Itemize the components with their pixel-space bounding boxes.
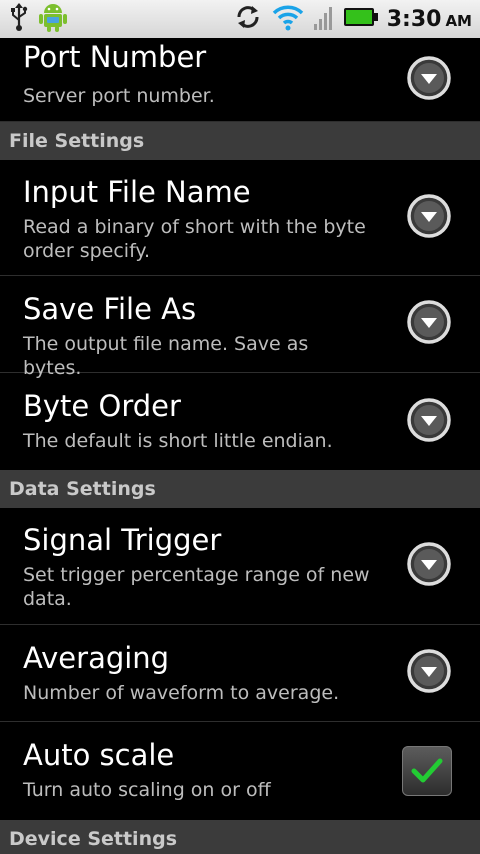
android-icon [36, 0, 70, 38]
pref-title: Auto scale [23, 738, 175, 772]
dropdown-arrow-icon[interactable] [406, 541, 452, 591]
dropdown-arrow-icon[interactable] [406, 397, 452, 447]
section-header-data-settings: Data Settings [0, 470, 480, 508]
pref-title: Input File Name [23, 175, 251, 209]
dropdown-arrow-icon[interactable] [406, 648, 452, 698]
clock-time: 3:30 [386, 6, 442, 32]
checkmark-icon [411, 758, 443, 783]
pref-summary: The default is short little endian. [23, 430, 333, 452]
pref-summary: Server port number. [23, 85, 215, 107]
clock: 3:30 AM [387, 7, 472, 32]
preferences-list[interactable]: Port Number Server port number. File Set… [0, 38, 480, 854]
dropdown-arrow-icon[interactable] [406, 55, 452, 105]
clock-ampm: AM [445, 11, 472, 30]
battery-icon [343, 6, 379, 32]
pref-byte-order[interactable]: Byte Order The default is short little e… [0, 373, 480, 470]
pref-title: Save File As [23, 292, 197, 326]
pref-title: Signal Trigger [23, 523, 222, 557]
dropdown-arrow-icon[interactable] [406, 193, 452, 243]
signal-icon [313, 2, 335, 36]
dropdown-arrow-icon[interactable] [406, 299, 452, 349]
section-header-device-settings: Device Settings [0, 820, 480, 854]
pref-summary: Read a binary of short with the byte ord… [23, 216, 366, 262]
wifi-icon [271, 2, 305, 36]
pref-summary: Turn auto scaling on or off [23, 779, 271, 801]
status-bar: 3:30 AM [0, 0, 480, 38]
section-header-file-settings: File Settings [0, 122, 480, 160]
sync-icon [233, 2, 263, 36]
pref-summary: Set trigger percentage range of new data… [23, 564, 370, 610]
pref-save-file-as[interactable]: Save File As The output file name. Save … [0, 276, 480, 379]
pref-title: Averaging [23, 641, 170, 675]
pref-input-file-name[interactable]: Input File Name Read a binary of short w… [0, 160, 480, 276]
usb-icon [8, 2, 30, 36]
auto-scale-checkbox[interactable] [402, 746, 452, 796]
pref-averaging[interactable]: Averaging Number of waveform to average. [0, 625, 480, 722]
pref-summary: Number of waveform to average. [23, 682, 340, 704]
pref-auto-scale[interactable]: Auto scale Turn auto scaling on or off [0, 722, 480, 820]
pref-signal-trigger[interactable]: Signal Trigger Set trigger percentage ra… [0, 508, 480, 625]
pref-title: Byte Order [23, 389, 181, 423]
pref-port-number[interactable]: Port Number Server port number. [0, 38, 480, 122]
pref-title: Port Number [23, 40, 207, 74]
